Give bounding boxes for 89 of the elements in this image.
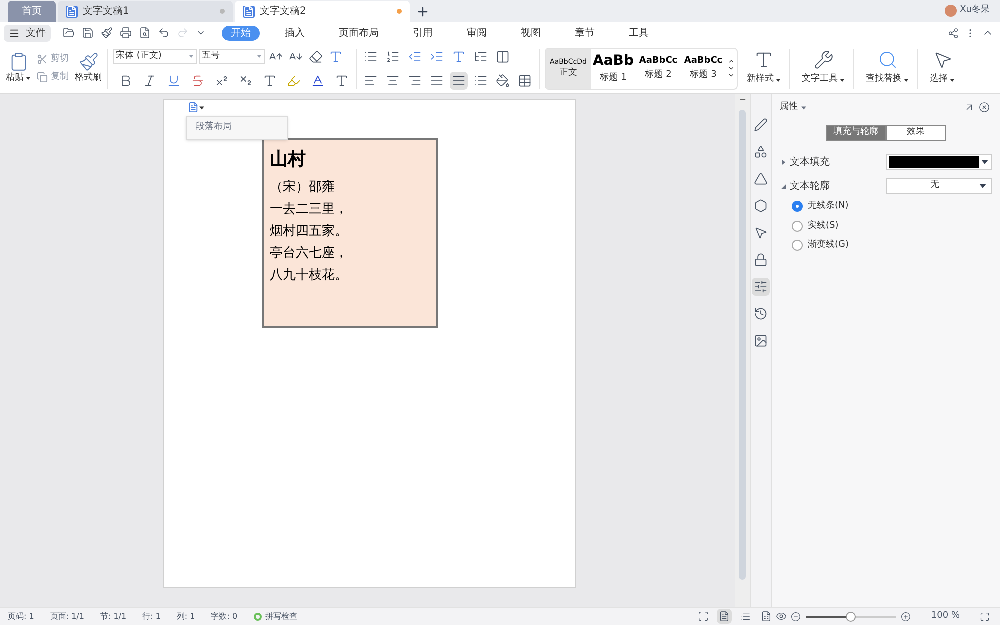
format-icon[interactable]	[99, 25, 115, 41]
plus-icon	[416, 5, 430, 19]
font-size-field[interactable]: 五号	[199, 49, 265, 64]
caret-icon	[26, 76, 31, 81]
layout-icon	[188, 102, 199, 113]
pen-icon[interactable]	[752, 116, 770, 134]
new-tab-button[interactable]	[416, 5, 430, 19]
fill-label[interactable]: 文本填充	[790, 154, 830, 170]
status-item: 字数: 0	[211, 610, 238, 622]
poem-line: （宋）邵雍	[270, 179, 336, 197]
status-item: 行: 1	[142, 610, 161, 622]
poem-line: 烟村四五家。	[270, 223, 349, 241]
scrollbar-thumb[interactable]	[739, 110, 746, 580]
document-icon	[243, 6, 255, 18]
scroll-down-icon	[728, 65, 735, 72]
outline-option[interactable]: 无线条(N)	[792, 200, 992, 214]
save-icon[interactable]	[80, 25, 96, 41]
caret-icon	[776, 78, 781, 82]
outline-dropdown[interactable]: 无	[886, 178, 992, 194]
outline-label[interactable]: 文本轮廓	[790, 178, 830, 194]
format-painter-button[interactable]: 格式刷	[75, 52, 102, 86]
ribbon-tab[interactable]: 引用	[404, 26, 442, 40]
ribbon-tool-button[interactable]: 选择	[925, 50, 960, 87]
caret-icon	[981, 158, 989, 166]
ribbon-tool-button[interactable]: 新样式	[742, 50, 786, 87]
spellcheck-button[interactable]: 拼写检查	[266, 610, 298, 622]
zoom-reading: 100 %	[931, 610, 960, 623]
poem-title: 山村	[270, 148, 307, 172]
ribbon-tool-button[interactable]: 查找替换	[861, 50, 914, 87]
user-name[interactable]: Xu冬呆	[960, 4, 990, 17]
menu-icon	[9, 28, 20, 38]
settings-icon[interactable]	[752, 278, 770, 296]
ribbon-tab[interactable]: 插入	[276, 26, 314, 40]
file-menu-button[interactable]: 文件	[4, 24, 51, 42]
ribbon-tab[interactable]: 视图	[512, 26, 550, 40]
fill-color-picker[interactable]	[886, 154, 992, 170]
spellcheck-icon	[254, 612, 262, 620]
layout-popup[interactable]: 段落布局	[186, 116, 288, 140]
status-item: 页码: 1	[8, 610, 34, 622]
caret-icon	[950, 78, 955, 82]
caret-icon	[979, 182, 987, 190]
print-icon[interactable]	[118, 25, 134, 41]
copy-icon	[37, 72, 48, 83]
share-icon[interactable]	[946, 26, 961, 40]
status-item: 节: 1/1	[100, 610, 127, 622]
caret-icon	[840, 78, 845, 82]
paste-button[interactable]: 粘贴	[6, 52, 31, 86]
page-view-icon[interactable]	[717, 609, 732, 624]
document-tab[interactable]: 文字文稿2	[235, 1, 410, 22]
paintbrush-icon	[78, 52, 98, 72]
scissors-icon	[37, 54, 48, 66]
ribbon-tab[interactable]: 审阅	[458, 26, 496, 40]
caret-icon	[257, 54, 262, 59]
close-icon[interactable]	[977, 100, 992, 115]
style-preset[interactable]: AaBbCc 标题 2	[636, 48, 681, 88]
expand-arrow-icon	[780, 158, 787, 166]
outline-option[interactable]: 实线(S)	[792, 220, 992, 233]
style-preset[interactable]: AaBb 标题 1	[591, 48, 636, 88]
caret-icon	[780, 182, 787, 190]
distributed-icon[interactable]	[450, 72, 468, 90]
ribbon-tab[interactable]: 章节	[566, 26, 604, 40]
more-styles-icon	[728, 72, 735, 79]
caret-icon	[801, 104, 807, 110]
scroll-up-icon	[728, 58, 735, 65]
document-icon	[66, 6, 78, 18]
poem-line: 亭台六七座，	[270, 245, 349, 263]
ribbon-tab[interactable]: 工具	[620, 26, 658, 40]
shading-icon[interactable]	[494, 72, 512, 90]
poem-line: 八九十枝花。	[270, 267, 349, 285]
style-preset[interactable]: AaBbCc 标题 3	[681, 48, 726, 88]
outline-option[interactable]: 渐变线(G)	[792, 239, 992, 252]
status-item: 页面: 1/1	[50, 610, 84, 622]
document-tab[interactable]: 文字文稿1	[58, 1, 233, 22]
poem-line: 一去二三里，	[270, 201, 349, 219]
panel-title: 属性	[780, 100, 798, 114]
ribbon-tool-button[interactable]: 文字工具	[797, 50, 850, 87]
panel-tab[interactable]: 填充与轮廓	[826, 125, 886, 141]
wrench-icon	[814, 50, 834, 70]
zoom-slider-thumb[interactable]	[846, 612, 856, 622]
zoom-out-icon[interactable]	[789, 610, 804, 624]
ribbon-tab[interactable]: 页面布局	[330, 26, 388, 40]
panel-tab[interactable]: 效果	[886, 125, 946, 141]
caret-icon	[189, 54, 194, 59]
caret-icon	[904, 78, 909, 82]
zoom-in-icon[interactable]	[899, 610, 914, 624]
font-name-field[interactable]: 宋体 (正文)	[113, 49, 197, 64]
search-icon	[878, 50, 898, 70]
caret-icon	[199, 104, 205, 110]
status-item: 列: 1	[176, 610, 196, 622]
